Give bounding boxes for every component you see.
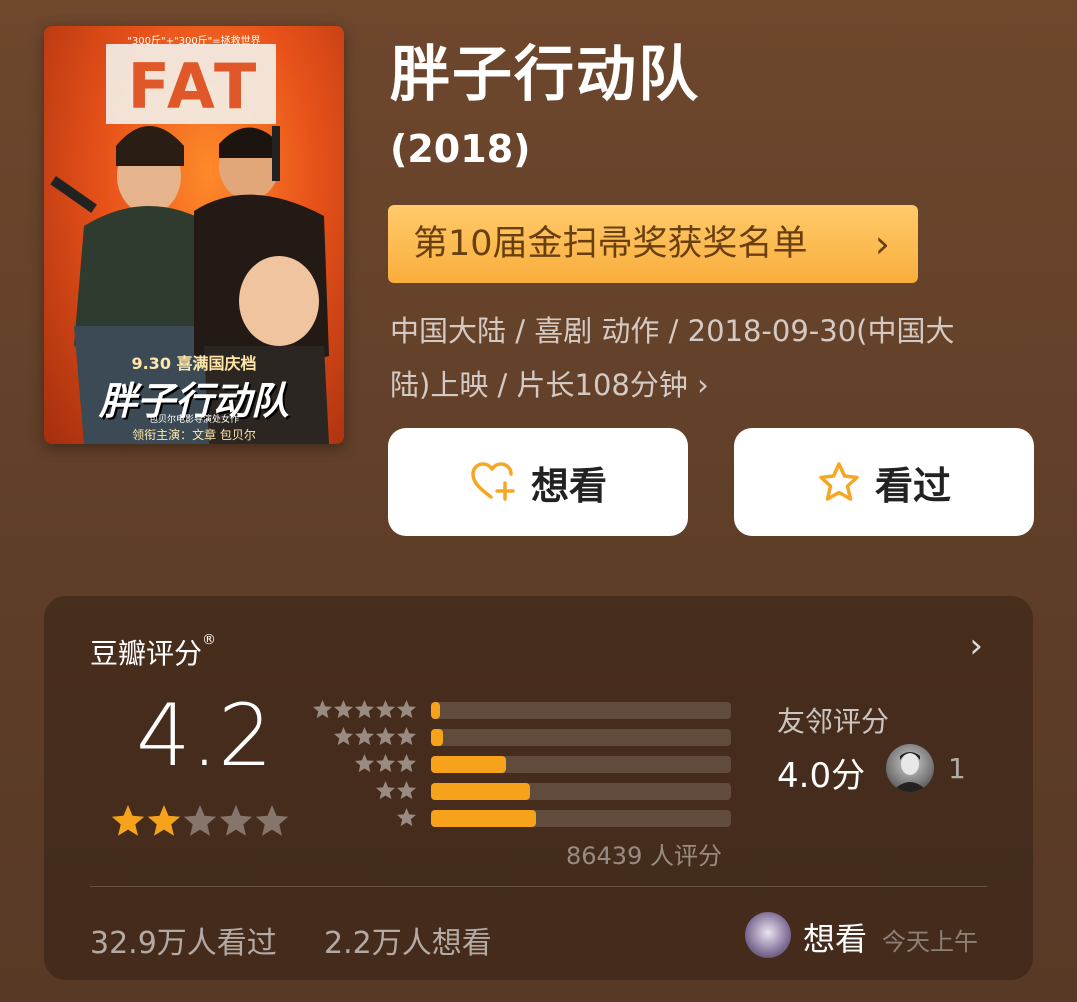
rating-bar-row [312,723,732,750]
activity-label: 想看 [803,920,868,958]
bar-star [354,700,375,719]
poster-tagline: "300斤"+"300斤"=拯救世界 [127,36,261,47]
bar-star [375,700,396,719]
rating-bar-row [312,750,732,777]
bar-fill [431,729,443,746]
bar-stars [354,754,417,773]
bar-fill [431,810,536,827]
bar-star [396,754,417,773]
movie-year: (2018) [390,127,531,171]
bar-stars [333,727,417,746]
movie-meta[interactable]: 中国大陆 / 喜剧 动作 / 2018-09-30(中国大 陆)上映 / 片长1… [390,304,1040,412]
friend-rating-score: 4.0分 [777,756,866,796]
rating-star [183,805,217,836]
rating-score: 4.2 [136,686,273,786]
bar-track [431,810,731,827]
poster-credits: 领衔主演：文章 包贝尔 [132,428,256,442]
bar-star [312,700,333,719]
rating-label: 豆瓣评分® [90,632,217,670]
meta-line-1: 中国大陆 / 喜剧 动作 / 2018-09-30(中国大 [390,314,955,348]
bar-stars [375,781,417,800]
bar-star [354,727,375,746]
rating-star [147,805,181,836]
chevron-right-icon[interactable]: › [969,626,983,666]
divider [90,886,987,887]
bar-star [375,727,396,746]
bar-star [396,808,417,827]
movie-poster[interactable]: "300斤"+"300斤"=拯救世界 FAT 9.30 喜满国庆档 胖子行动队 … [44,26,344,444]
avatar[interactable] [886,744,934,792]
bar-stars [312,700,417,719]
bar-fill [431,783,530,800]
bar-star [375,781,396,800]
watched-button[interactable]: 看过 [734,428,1034,536]
bar-star [354,754,375,773]
rating-bar-row [312,777,732,804]
friend-rating-label: 友邻评分 [777,705,890,738]
bar-star [396,700,417,719]
bar-fill [431,702,440,719]
bar-star [396,781,417,800]
avatar[interactable] [745,912,791,958]
bar-fill [431,756,506,773]
poster-sub: 包贝尔电影导演处女作 [148,415,239,425]
bar-star [375,754,396,773]
meta-line-2: 陆)上映 / 片长108分钟 › [390,368,709,402]
bar-star [333,727,354,746]
bar-track [431,756,731,773]
bar-stars [396,808,417,827]
star-outline-icon [819,462,859,501]
rating-bar-row [312,804,732,831]
want-count[interactable]: 2.2万人想看 [324,918,492,962]
award-banner[interactable]: 第10届金扫帚奖获奖名单 › [388,205,918,283]
movie-title: 胖子行动队 [390,40,700,110]
seen-count[interactable]: 32.9万人看过 [90,918,277,962]
rating-star [219,805,253,836]
chevron-right-icon: › [874,222,890,266]
bar-star [333,700,354,719]
rating-bar-row [312,696,732,723]
rating-card[interactable]: 豆瓣评分® › 4.2 86439 人评分 友邻评分 4.0分 1 32.9万人… [44,596,1033,980]
rating-star [111,805,145,836]
bar-track [431,783,731,800]
rating-star [255,805,289,836]
bar-track [431,702,731,719]
friend-rating-count: 1 [948,752,966,785]
bar-track [431,729,731,746]
award-label: 第10届金扫帚奖获奖名单 [413,224,808,264]
seen-label: 看过 [874,463,951,508]
heart-plus-icon [471,462,515,501]
want-to-watch-button[interactable]: 想看 [388,428,688,536]
activity-time: 今天上午 [882,928,978,956]
poster-logo: FAT [127,50,261,123]
rating-count: 86439 人评分 [566,842,722,870]
want-label: 想看 [530,463,607,508]
rating-stars [110,804,290,842]
bar-star [396,727,417,746]
